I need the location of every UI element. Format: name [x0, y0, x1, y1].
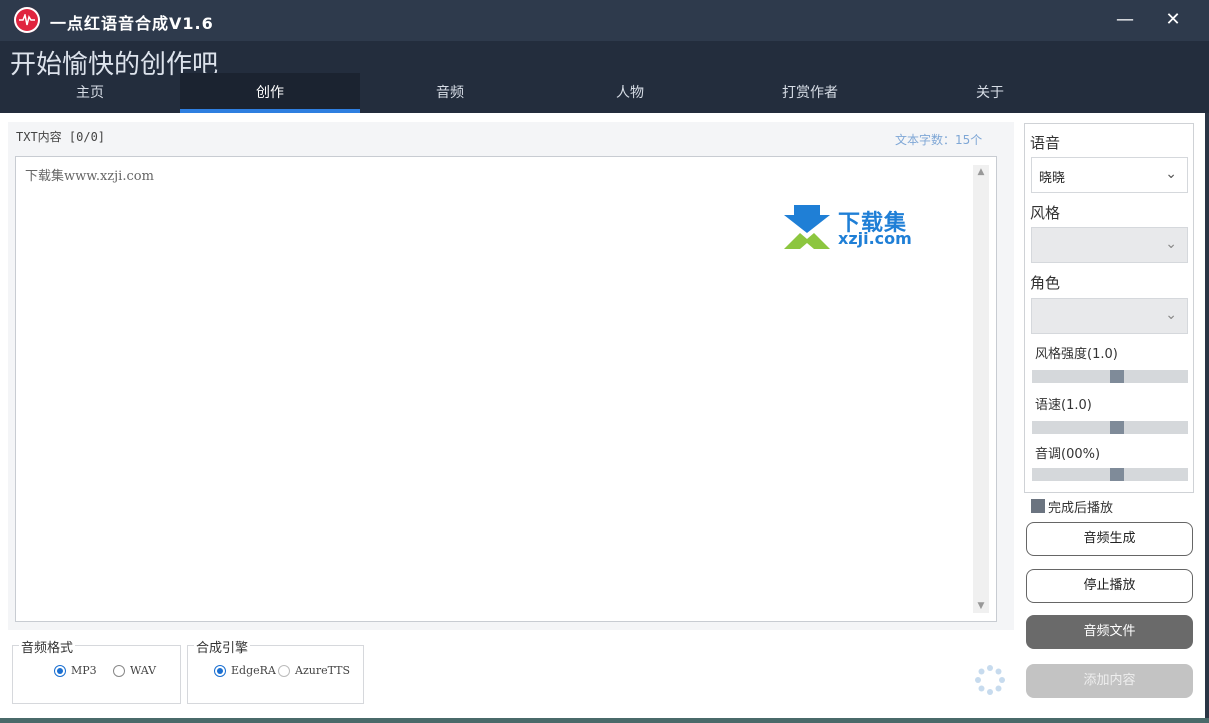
engine-group: 合成引擎 EdgeRA AzureTTS	[187, 637, 364, 704]
window-edge	[1205, 113, 1209, 718]
slider-thumb[interactable]	[1110, 468, 1124, 481]
style-select[interactable]: ⌄	[1031, 227, 1188, 263]
window-bottom-edge	[0, 718, 1209, 723]
text-input[interactable]: 下载集www.xzji.com 下载集 xzji.com ▲ ▼	[15, 156, 997, 622]
scroll-down-arrow-icon[interactable]: ▼	[973, 599, 989, 613]
slider-thumb[interactable]	[1110, 421, 1124, 434]
header: 开始愉快的创作吧 主页 创作 音频 人物 打赏作者 关于	[0, 41, 1209, 113]
vertical-scrollbar[interactable]: ▲ ▼	[973, 165, 989, 613]
app-logo-icon	[14, 7, 40, 33]
pitch-label: 音调(00%)	[1035, 447, 1101, 462]
radio-edgera-dot[interactable]	[214, 665, 226, 677]
slider-thumb[interactable]	[1110, 370, 1124, 383]
minimize-icon[interactable]: —	[1112, 8, 1138, 32]
tab-home[interactable]: 主页	[0, 73, 180, 113]
tab-about[interactable]: 关于	[900, 73, 1080, 113]
speed-slider[interactable]	[1032, 421, 1188, 434]
close-icon[interactable]: ✕	[1160, 8, 1186, 32]
stop-playback-button[interactable]: 停止播放	[1026, 569, 1193, 603]
style-strength-slider[interactable]	[1032, 370, 1188, 383]
chevron-down-icon: ⌄	[1165, 166, 1177, 182]
scroll-up-arrow-icon[interactable]: ▲	[973, 165, 989, 179]
style-strength-label: 风格强度(1.0)	[1035, 347, 1118, 362]
app-title: 一点红语音合成V1.6	[50, 14, 214, 33]
voice-select[interactable]: 晓晓 ⌄	[1031, 157, 1188, 193]
tab-characters[interactable]: 人物	[540, 73, 720, 113]
role-label: 角色	[1030, 274, 1061, 292]
engine-legend: 合成引擎	[194, 637, 251, 656]
text-content[interactable]: 下载集www.xzji.com	[25, 165, 154, 184]
radio-mp3-dot[interactable]	[54, 665, 66, 677]
radio-wav-dot[interactable]	[113, 665, 125, 677]
watermark-logo: 下载集 xzji.com	[780, 205, 920, 251]
voice-select-value: 晓晓	[1039, 171, 1066, 186]
tab-bar: 主页 创作 音频 人物 打赏作者 关于	[0, 73, 1209, 113]
tab-audio[interactable]: 音频	[360, 73, 540, 113]
add-content-button[interactable]: 添加内容	[1026, 664, 1193, 698]
audio-format-legend: 音频格式	[19, 637, 76, 656]
voice-settings-panel: 语音 晓晓 ⌄ 风格 ⌄ 角色 ⌄ 风格强度(1.0) 语速(1.0) 音调(0…	[1024, 123, 1194, 493]
tab-create[interactable]: 创作	[180, 73, 360, 113]
style-label: 风格	[1030, 204, 1061, 222]
audio-format-group: 音频格式 MP3 WAV	[12, 637, 181, 704]
generate-audio-button[interactable]: 音频生成	[1026, 522, 1193, 556]
txt-content-label: TXT内容 [0/0]	[16, 130, 106, 144]
char-count: 文本字数：15个	[895, 133, 983, 147]
chevron-down-icon: ⌄	[1165, 307, 1177, 323]
play-after-label: 完成后播放	[1048, 501, 1114, 516]
voice-label: 语音	[1030, 134, 1061, 152]
speed-label: 语速(1.0)	[1035, 398, 1092, 413]
audio-file-button[interactable]: 音频文件	[1026, 615, 1193, 649]
loading-spinner-icon	[975, 665, 1005, 695]
chevron-down-icon: ⌄	[1165, 236, 1177, 252]
pitch-slider[interactable]	[1032, 468, 1188, 481]
role-select[interactable]: ⌄	[1031, 298, 1188, 334]
title-bar: 一点红语音合成V1.6 — ✕	[0, 0, 1209, 41]
play-after-checkbox[interactable]	[1031, 499, 1045, 513]
radio-azuretts-dot[interactable]	[278, 665, 290, 677]
tab-donate[interactable]: 打赏作者	[720, 73, 900, 113]
